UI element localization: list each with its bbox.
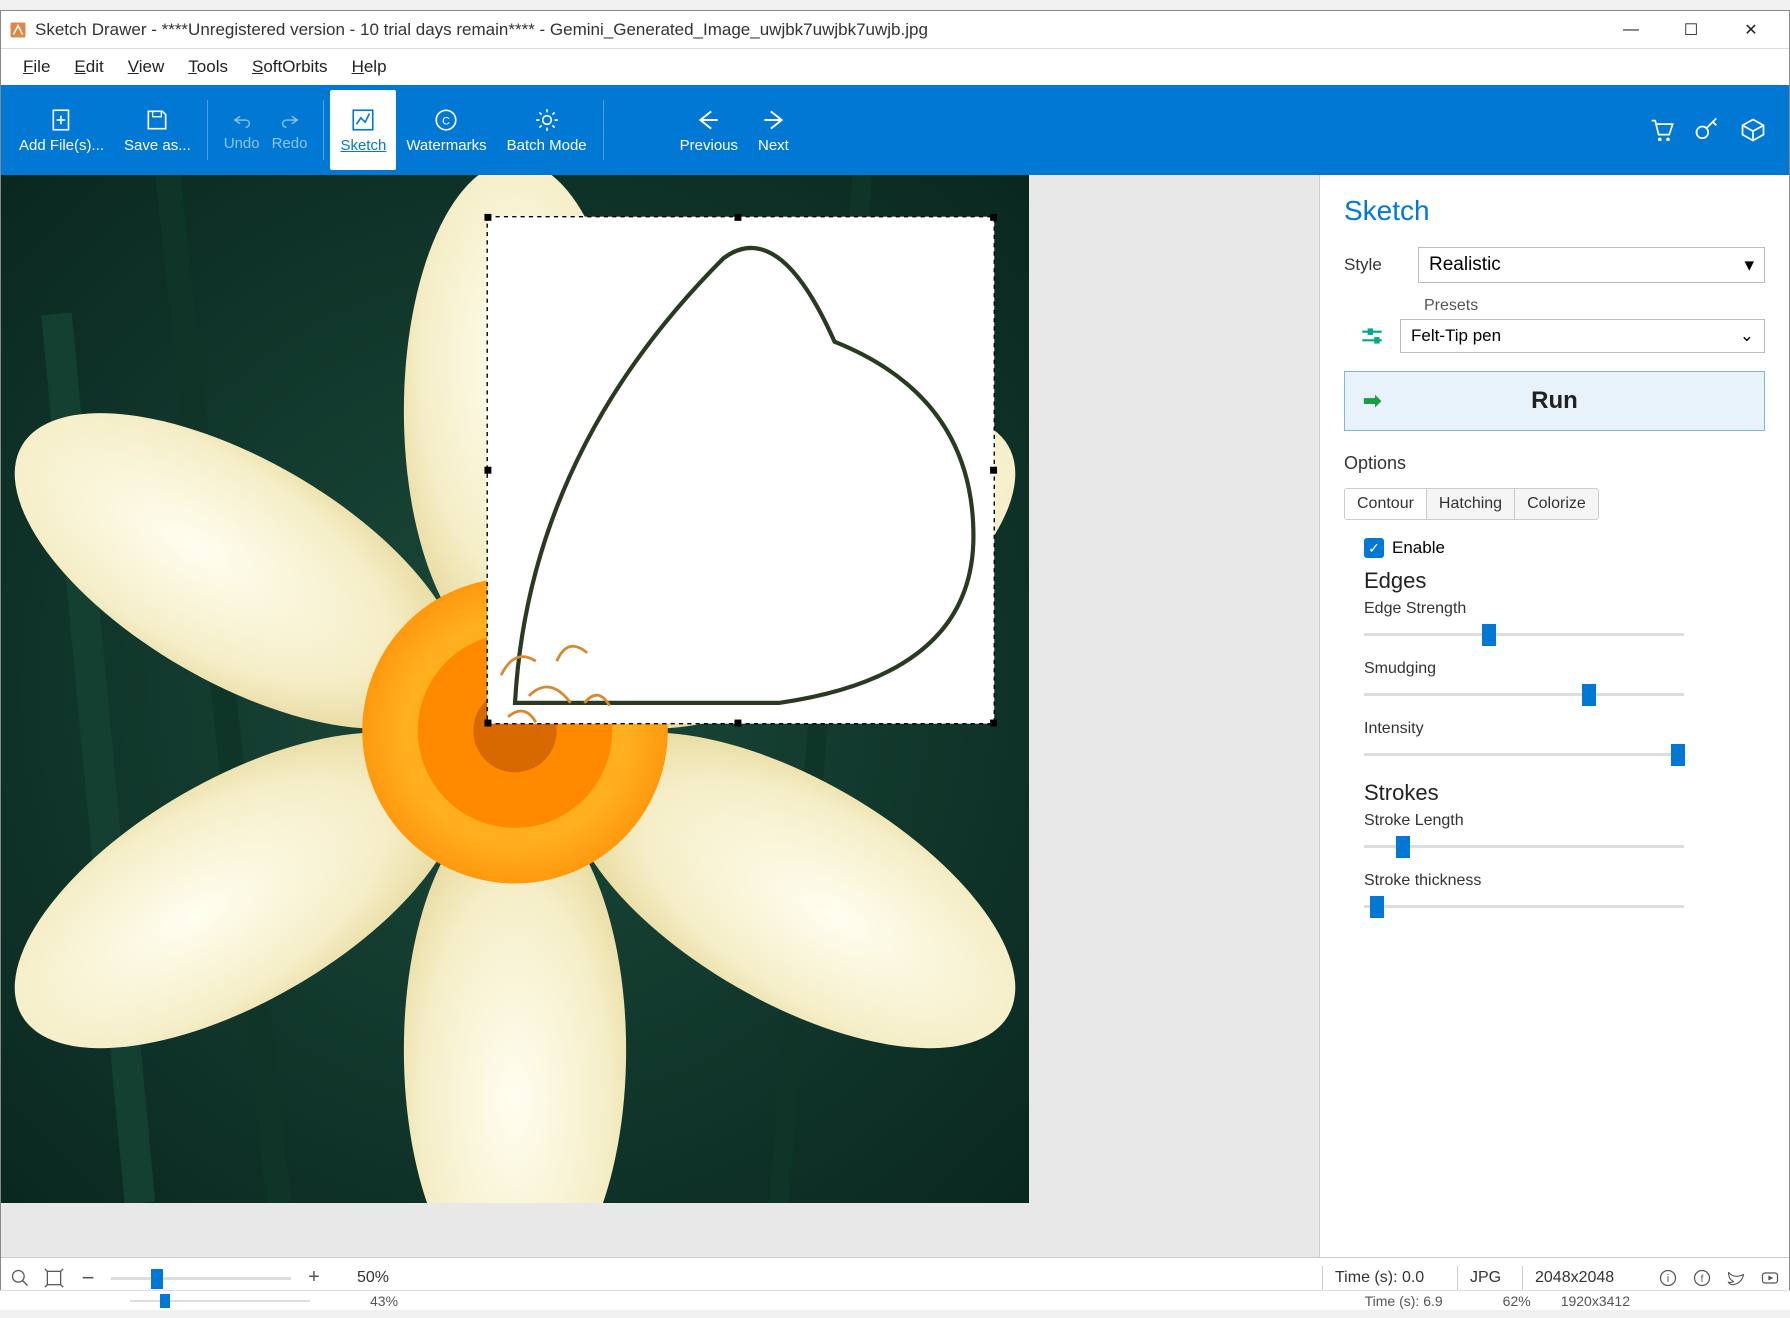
intensity-label: Intensity <box>1364 720 1765 738</box>
next-button[interactable]: Next <box>748 90 799 170</box>
dims-value: 2048x2048 <box>1535 1269 1645 1287</box>
zoom-in-icon[interactable]: + <box>303 1267 325 1289</box>
youtube-icon[interactable] <box>1759 1267 1781 1289</box>
chevron-down-icon: ⌄ <box>1740 326 1754 346</box>
minimize-button[interactable]: — <box>1601 12 1661 48</box>
smudging-slider[interactable] <box>1364 682 1684 706</box>
svg-text:i: i <box>1667 1273 1669 1285</box>
format-value: JPG <box>1470 1269 1510 1287</box>
box-icon[interactable] <box>1739 116 1767 144</box>
style-select[interactable]: Realistic ▾ <box>1418 247 1765 283</box>
watermarks-button[interactable]: C Watermarks <box>396 90 496 170</box>
image-canvas <box>1 175 1029 1203</box>
info-icon[interactable]: i <box>1657 1267 1679 1289</box>
batch-mode-button[interactable]: Batch Mode <box>497 90 597 170</box>
preset-value: Felt-Tip pen <box>1411 326 1501 346</box>
previous-button[interactable]: Previous <box>670 90 748 170</box>
arrow-left-icon <box>696 107 722 133</box>
style-label: Style <box>1344 255 1404 275</box>
run-label: Run <box>1531 387 1578 415</box>
gear-icon <box>534 107 560 133</box>
key-icon[interactable] <box>1693 116 1721 144</box>
save-icon <box>144 107 170 133</box>
cutoff-statusbar: 43% Time (s): 6.9 62% 1920x3412 <box>0 1290 1790 1310</box>
ribbon: Add File(s)... Save as... Undo Redo Sket… <box>1 85 1789 175</box>
titlebar: Sketch Drawer - ****Unregistered version… <box>1 11 1789 49</box>
presets-label: Presets <box>1424 297 1765 315</box>
time-value: Time (s): 0.0 <box>1335 1269 1445 1287</box>
previous-label: Previous <box>680 137 738 154</box>
zoom-actual-icon[interactable] <box>9 1267 31 1289</box>
redo-icon <box>279 109 301 131</box>
chevron-down-icon: ▾ <box>1744 254 1754 277</box>
cutoff-time: Time (s): 6.9 <box>1365 1293 1443 1309</box>
intensity-slider[interactable] <box>1364 742 1684 766</box>
save-as-button[interactable]: Save as... <box>114 90 201 170</box>
menu-help[interactable]: Help <box>340 51 399 83</box>
preset-select[interactable]: Felt-Tip pen ⌄ <box>1400 319 1765 353</box>
cutoff-dims: 1920x3412 <box>1561 1293 1630 1309</box>
option-tabs: Contour Hatching Colorize <box>1344 488 1599 520</box>
add-file-icon <box>49 107 75 133</box>
style-value: Realistic <box>1429 254 1501 276</box>
tab-colorize[interactable]: Colorize <box>1515 489 1598 519</box>
add-files-label: Add File(s)... <box>19 137 104 154</box>
presets-icon[interactable] <box>1358 322 1386 350</box>
sketch-label: Sketch <box>340 137 386 154</box>
watermarks-icon: C <box>433 107 459 133</box>
menu-view[interactable]: View <box>116 51 177 83</box>
close-button[interactable]: ✕ <box>1721 12 1781 48</box>
menu-tools[interactable]: Tools <box>176 51 240 83</box>
zoom-fit-icon[interactable] <box>43 1267 65 1289</box>
maximize-button[interactable]: ☐ <box>1661 12 1721 48</box>
svg-text:C: C <box>443 115 451 127</box>
zoom-value: 50% <box>357 1269 389 1287</box>
stroke-thickness-label: Stroke thickness <box>1364 872 1765 890</box>
save-as-label: Save as... <box>124 137 191 154</box>
cart-icon[interactable] <box>1647 116 1675 144</box>
app-icon <box>9 21 27 39</box>
redo-button[interactable]: Redo <box>262 90 318 170</box>
options-label: Options <box>1344 453 1765 474</box>
tab-contour[interactable]: Contour <box>1345 489 1427 519</box>
edges-title: Edges <box>1364 568 1765 594</box>
redo-label: Redo <box>272 135 308 152</box>
zoom-slider[interactable] <box>111 1268 291 1288</box>
run-arrow-icon: ➡ <box>1363 388 1381 414</box>
panel-title: Sketch <box>1344 195 1765 227</box>
add-files-button[interactable]: Add File(s)... <box>9 90 114 170</box>
stroke-length-label: Stroke Length <box>1364 812 1765 830</box>
stroke-thickness-slider[interactable] <box>1364 894 1684 918</box>
menu-edit[interactable]: Edit <box>62 51 115 83</box>
smudging-label: Smudging <box>1364 660 1765 678</box>
run-button[interactable]: ➡ Run <box>1344 371 1765 431</box>
enable-label: Enable <box>1392 538 1445 558</box>
edge-strength-label: Edge Strength <box>1364 600 1765 618</box>
cutoff-pct2: 62% <box>1503 1293 1531 1309</box>
watermarks-label: Watermarks <box>406 137 486 154</box>
side-panel: Sketch Style Realistic ▾ Presets Felt-Ti… <box>1319 175 1789 1257</box>
batch-mode-label: Batch Mode <box>507 137 587 154</box>
zoom-out-icon[interactable]: − <box>77 1267 99 1289</box>
arrow-right-icon <box>760 107 786 133</box>
canvas-area[interactable] <box>1 175 1319 1257</box>
menu-softorbits[interactable]: SoftOrbits <box>240 51 340 83</box>
titlebar-text: Sketch Drawer - ****Unregistered version… <box>35 20 1601 40</box>
strokes-title: Strokes <box>1364 780 1765 806</box>
twitter-icon[interactable] <box>1725 1267 1747 1289</box>
undo-label: Undo <box>224 135 260 152</box>
facebook-icon[interactable]: f <box>1691 1267 1713 1289</box>
undo-icon <box>231 109 253 131</box>
svg-text:f: f <box>1701 1274 1704 1285</box>
next-label: Next <box>758 137 789 154</box>
edge-strength-slider[interactable] <box>1364 622 1684 646</box>
menu-file[interactable]: File <box>11 51 62 83</box>
cutoff-zoom: 43% <box>370 1293 398 1309</box>
menubar: File Edit View Tools SoftOrbits Help <box>1 49 1789 85</box>
stroke-length-slider[interactable] <box>1364 834 1684 858</box>
sketch-icon <box>350 107 376 133</box>
enable-checkbox[interactable]: ✓ <box>1364 538 1384 558</box>
tab-hatching[interactable]: Hatching <box>1427 489 1515 519</box>
sketch-button[interactable]: Sketch <box>330 90 396 170</box>
